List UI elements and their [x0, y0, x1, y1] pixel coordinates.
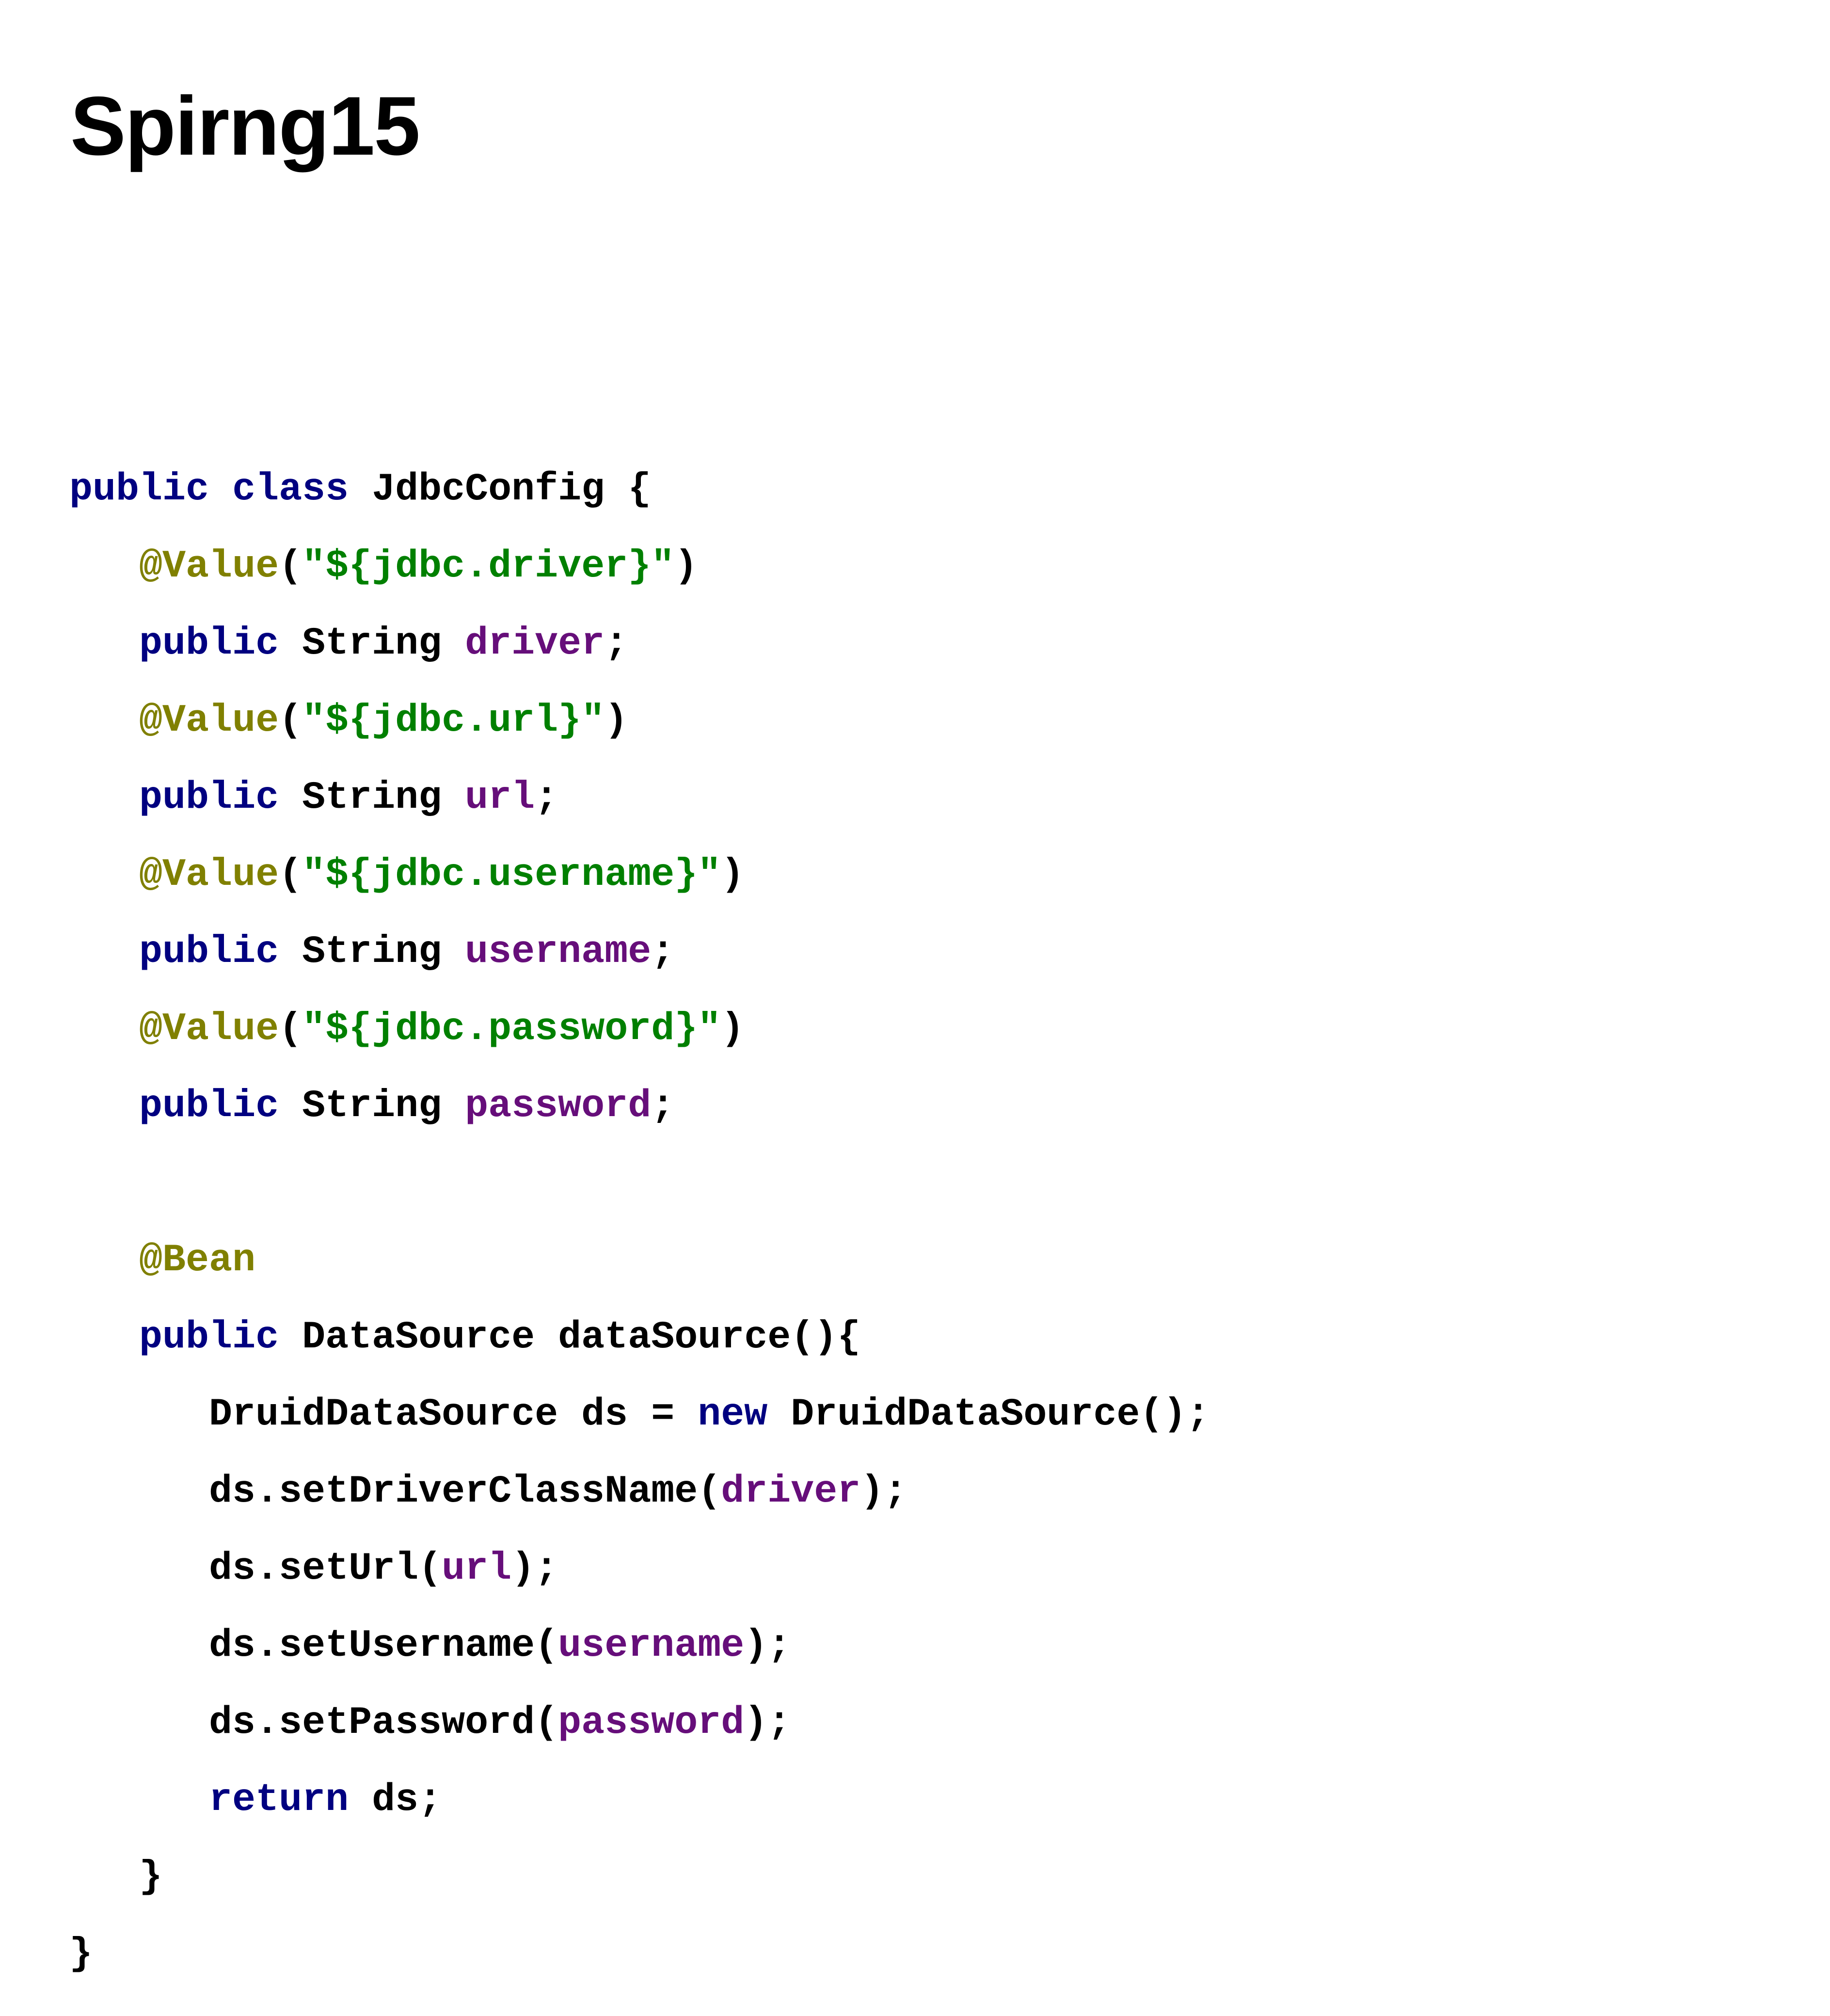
code-token: DruidDataSource ds = [69, 1392, 698, 1437]
code-token: "${jdbc.username}" [302, 853, 721, 897]
code-line: public class JdbcConfig { [69, 451, 1209, 528]
code-token: ; [651, 1084, 675, 1128]
code-token: public [69, 467, 209, 512]
code-block: public class JdbcConfig { @Value("${jdbc… [69, 451, 1209, 1993]
code-token: username [558, 1624, 745, 1668]
code-token: ); [860, 1470, 907, 1514]
code-token: class [232, 467, 349, 512]
code-token: ) [721, 853, 745, 897]
code-token: "${jdbc.password}" [302, 1007, 721, 1051]
code-token: String [279, 776, 465, 820]
code-token: ) [721, 1007, 745, 1051]
code-token: } [69, 1932, 93, 1976]
code-line: return ds; [69, 1761, 1209, 1839]
code-token: return [209, 1778, 349, 1822]
code-token: new [698, 1392, 768, 1437]
code-line: @Value("${jdbc.url}") [69, 682, 1209, 759]
code-token: @Bean [139, 1238, 256, 1282]
code-token: String [279, 622, 465, 666]
code-line: @Value("${jdbc.username}") [69, 836, 1209, 913]
code-token: DataSource dataSource(){ [279, 1315, 861, 1360]
code-token: @Value [139, 853, 279, 897]
code-token: url [465, 776, 535, 820]
code-token: ); [744, 1701, 791, 1745]
code-token: JdbcConfig { [349, 467, 652, 512]
code-token: ds.setPassword( [69, 1701, 558, 1745]
code-token: ds.setUrl( [69, 1547, 442, 1591]
code-token: password [465, 1084, 652, 1128]
code-token: password [558, 1701, 745, 1745]
code-line: @Bean [69, 1222, 1209, 1299]
code-token: ( [279, 853, 302, 897]
code-token: } [69, 1855, 163, 1899]
code-token: ( [279, 699, 302, 743]
code-token: ) [674, 544, 698, 589]
code-token: driver [465, 622, 605, 666]
code-line: DruidDataSource ds = new DruidDataSource… [69, 1376, 1209, 1453]
code-line: ds.setUrl(url); [69, 1530, 1209, 1607]
code-token: public [139, 1084, 279, 1128]
code-line: } [69, 1916, 1209, 1993]
code-token: ); [511, 1547, 558, 1591]
code-token: @Value [139, 1007, 279, 1051]
code-line: public String username; [69, 913, 1209, 991]
code-line: } [69, 1839, 1209, 1916]
code-line: public String driver; [69, 605, 1209, 682]
code-token: ( [279, 1007, 302, 1051]
code-token: @Value [139, 699, 279, 743]
code-token: username [465, 930, 652, 974]
code-line: ds.setUsername(username); [69, 1607, 1209, 1684]
code-token: public [139, 1315, 279, 1360]
code-line: ds.setDriverClassName(driver); [69, 1453, 1209, 1530]
code-token: ; [651, 930, 675, 974]
code-token: String [279, 930, 465, 974]
code-token: driver [721, 1470, 861, 1514]
code-token: ; [535, 776, 558, 820]
code-line: public String url; [69, 759, 1209, 836]
code-token: public [139, 622, 279, 666]
code-line: @Value("${jdbc.password}") [69, 991, 1209, 1068]
code-line: ds.setPassword(password); [69, 1684, 1209, 1761]
code-line: public DataSource dataSource(){ [69, 1299, 1209, 1376]
code-token: DruidDataSource(); [767, 1392, 1210, 1437]
code-token: "${jdbc.url}" [302, 699, 605, 743]
code-token: ); [744, 1624, 791, 1668]
code-line: public String password; [69, 1068, 1209, 1145]
code-token: @Value [139, 544, 279, 589]
code-token: String [279, 1084, 465, 1128]
code-token: public [139, 930, 279, 974]
code-token: public [139, 776, 279, 820]
code-token: ds; [349, 1778, 442, 1822]
code-token: ) [605, 699, 628, 743]
code-token: ( [279, 544, 302, 589]
code-line: @Value("${jdbc.driver}") [69, 528, 1209, 605]
code-token: ds.setDriverClassName( [69, 1470, 721, 1514]
code-token: url [442, 1547, 512, 1591]
code-token: "${jdbc.driver}" [302, 544, 675, 589]
code-token: ; [605, 622, 628, 666]
page-title: Spirng15 [70, 80, 420, 173]
document-page: Spirng15 public class JdbcConfig { @Valu… [0, 0, 1830, 2016]
code-token: ds.setUsername( [69, 1624, 558, 1668]
